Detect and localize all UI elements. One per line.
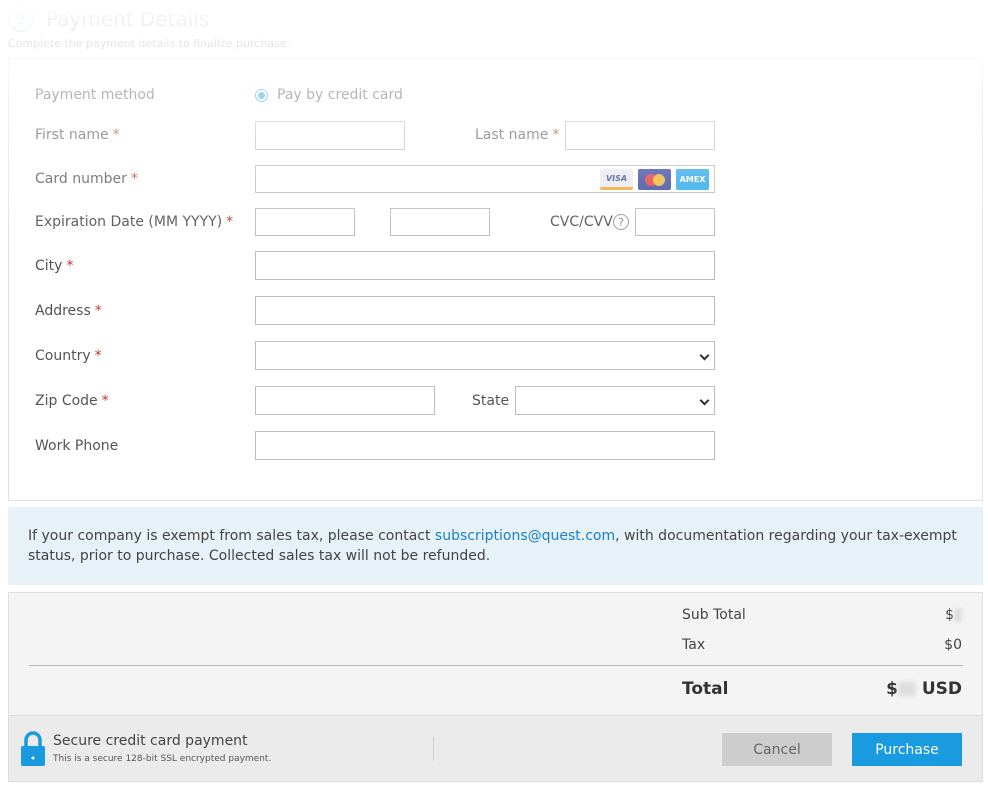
cvc-input[interactable] (635, 208, 715, 236)
currency-unit: USD (921, 679, 962, 699)
payment-footer: Secure credit card payment This is a sec… (8, 715, 983, 782)
country-label: Country * (35, 348, 102, 364)
required-marker: * (226, 214, 234, 230)
tax-label: Tax (682, 637, 706, 653)
pay-by-credit-card-radio[interactable]: Pay by credit card (255, 87, 403, 103)
state-label: State (472, 393, 510, 409)
label-text: Expiration Date (MM YYYY) (35, 214, 223, 230)
radio-selected-icon (255, 88, 268, 102)
label-text: Last name (475, 127, 549, 143)
secure-description: This is a secure 128-bit SSL encrypted p… (53, 754, 272, 764)
secure-title: Secure credit card payment (53, 733, 248, 749)
amex-icon: AMEX (676, 169, 709, 190)
expiration-label: Expiration Date (MM YYYY) * (35, 214, 233, 230)
page-title: 3 Payment Details (8, 6, 209, 32)
zip-code-input[interactable] (255, 386, 435, 415)
subtotal-value: $ (945, 607, 962, 623)
mastercard-icon (638, 169, 671, 190)
label-text: Card number (35, 171, 127, 187)
first-name-input[interactable] (255, 121, 405, 150)
card-number-label: Card number * (35, 171, 138, 187)
divider (433, 737, 434, 761)
tax-value: $0 (944, 637, 962, 653)
notice-text: If your company is exempt from sales tax… (28, 528, 435, 544)
required-marker: * (130, 171, 138, 187)
required-marker: * (101, 393, 109, 409)
required-marker: * (94, 303, 102, 319)
required-marker: * (552, 127, 560, 143)
visa-icon: VISA (600, 169, 633, 190)
work-phone-label: Work Phone (35, 438, 119, 454)
support-email-link[interactable]: subscriptions@quest.com (435, 528, 615, 544)
expiration-month-input[interactable] (255, 208, 355, 236)
label-text: City (35, 258, 63, 274)
expiration-year-input[interactable] (390, 208, 490, 236)
last-name-input[interactable] (565, 121, 715, 150)
purchase-button[interactable]: Purchase (852, 733, 962, 766)
required-marker: * (94, 348, 102, 364)
step-number: 3 (8, 6, 34, 32)
city-label: City * (35, 258, 73, 274)
label-text: First name (35, 127, 109, 143)
radio-label: Pay by credit card (277, 87, 403, 103)
tax-exempt-notice: If your company is exempt from sales tax… (8, 507, 983, 585)
state-select[interactable] (515, 386, 715, 415)
page-subtitle: Complete the payment details to finalize… (8, 37, 291, 50)
required-marker: * (112, 127, 120, 143)
card-number-input[interactable]: VISA AMEX (255, 165, 715, 193)
city-input[interactable] (255, 251, 715, 280)
redacted-amount (897, 682, 916, 696)
required-marker: * (66, 258, 74, 274)
currency: $ (886, 679, 898, 699)
payment-method-label: Payment method (35, 87, 155, 103)
subtotal-label: Sub Total (682, 607, 746, 623)
work-phone-input[interactable] (255, 431, 715, 460)
last-name-label: Last name * (475, 127, 559, 143)
label-text: Zip Code (35, 393, 98, 409)
address-label: Address * (35, 303, 102, 319)
redacted-amount (954, 608, 962, 622)
order-totals: Sub Total $ Tax $0 Total $ USD (8, 592, 983, 716)
address-input[interactable] (255, 296, 715, 325)
total-value: $ USD (886, 679, 962, 699)
cancel-button[interactable]: Cancel (722, 733, 832, 766)
divider (29, 665, 963, 666)
total-label: Total (682, 679, 729, 699)
lock-icon (21, 731, 45, 766)
cvc-label: CVC/CVV (550, 214, 613, 230)
label-text: Address (35, 303, 91, 319)
country-select[interactable] (255, 341, 715, 370)
title-text: Payment Details (46, 7, 210, 31)
zip-code-label: Zip Code * (35, 393, 109, 409)
first-name-label: First name * (35, 127, 120, 143)
currency: $ (945, 607, 954, 623)
help-icon[interactable]: ? (613, 214, 629, 230)
label-text: Country (35, 348, 91, 364)
